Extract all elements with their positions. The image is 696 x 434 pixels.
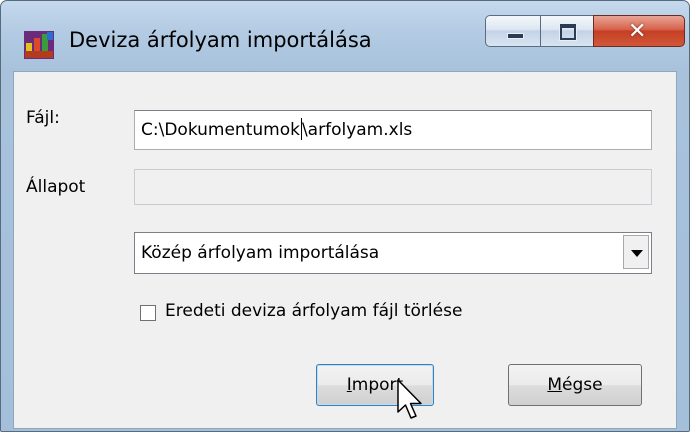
file-path-input[interactable]: C:\Dokumentumok \arfolyam.xls [134,110,652,150]
window-title: Deviza árfolyam importálása [69,28,372,52]
file-path-text-start: C:\Dokumentumok [141,120,300,140]
delete-file-checkbox[interactable] [140,305,156,321]
file-path-text-end: \arfolyam.xls [301,120,413,140]
cancel-label: égse [562,375,603,395]
close-button[interactable]: ✕ [593,15,685,47]
cancel-button[interactable]: Mégse [508,364,642,406]
status-field [134,169,652,205]
cancel-mnemonic: M [547,375,563,395]
mouse-pointer-icon [397,379,422,419]
delete-file-checkbox-label[interactable]: Eredeti deviza árfolyam fájl törlése [165,301,462,321]
maximize-button[interactable] [540,15,594,47]
import-mode-select[interactable]: Közép árfolyam importálása [134,232,652,274]
app-icon [24,31,54,59]
maximize-icon [560,24,576,40]
caption-buttons: ✕ [485,15,685,49]
dropdown-arrow-icon[interactable] [623,235,649,269]
file-label: Fájl: [26,108,60,128]
status-label: Állapot [26,177,86,197]
title-bar[interactable]: Deviza árfolyam importálása ✕ [1,1,689,71]
minimize-icon [507,33,524,39]
dialog-client-area: Fájl: C:\Dokumentumok \arfolyam.xls Állap… [13,71,677,429]
close-icon: ✕ [628,19,647,44]
dialog-window: Deviza árfolyam importálása ✕ Fájl: C:\D… [0,0,690,432]
minimize-button[interactable] [485,15,541,47]
import-mode-value: Közép árfolyam importálása [141,243,380,263]
